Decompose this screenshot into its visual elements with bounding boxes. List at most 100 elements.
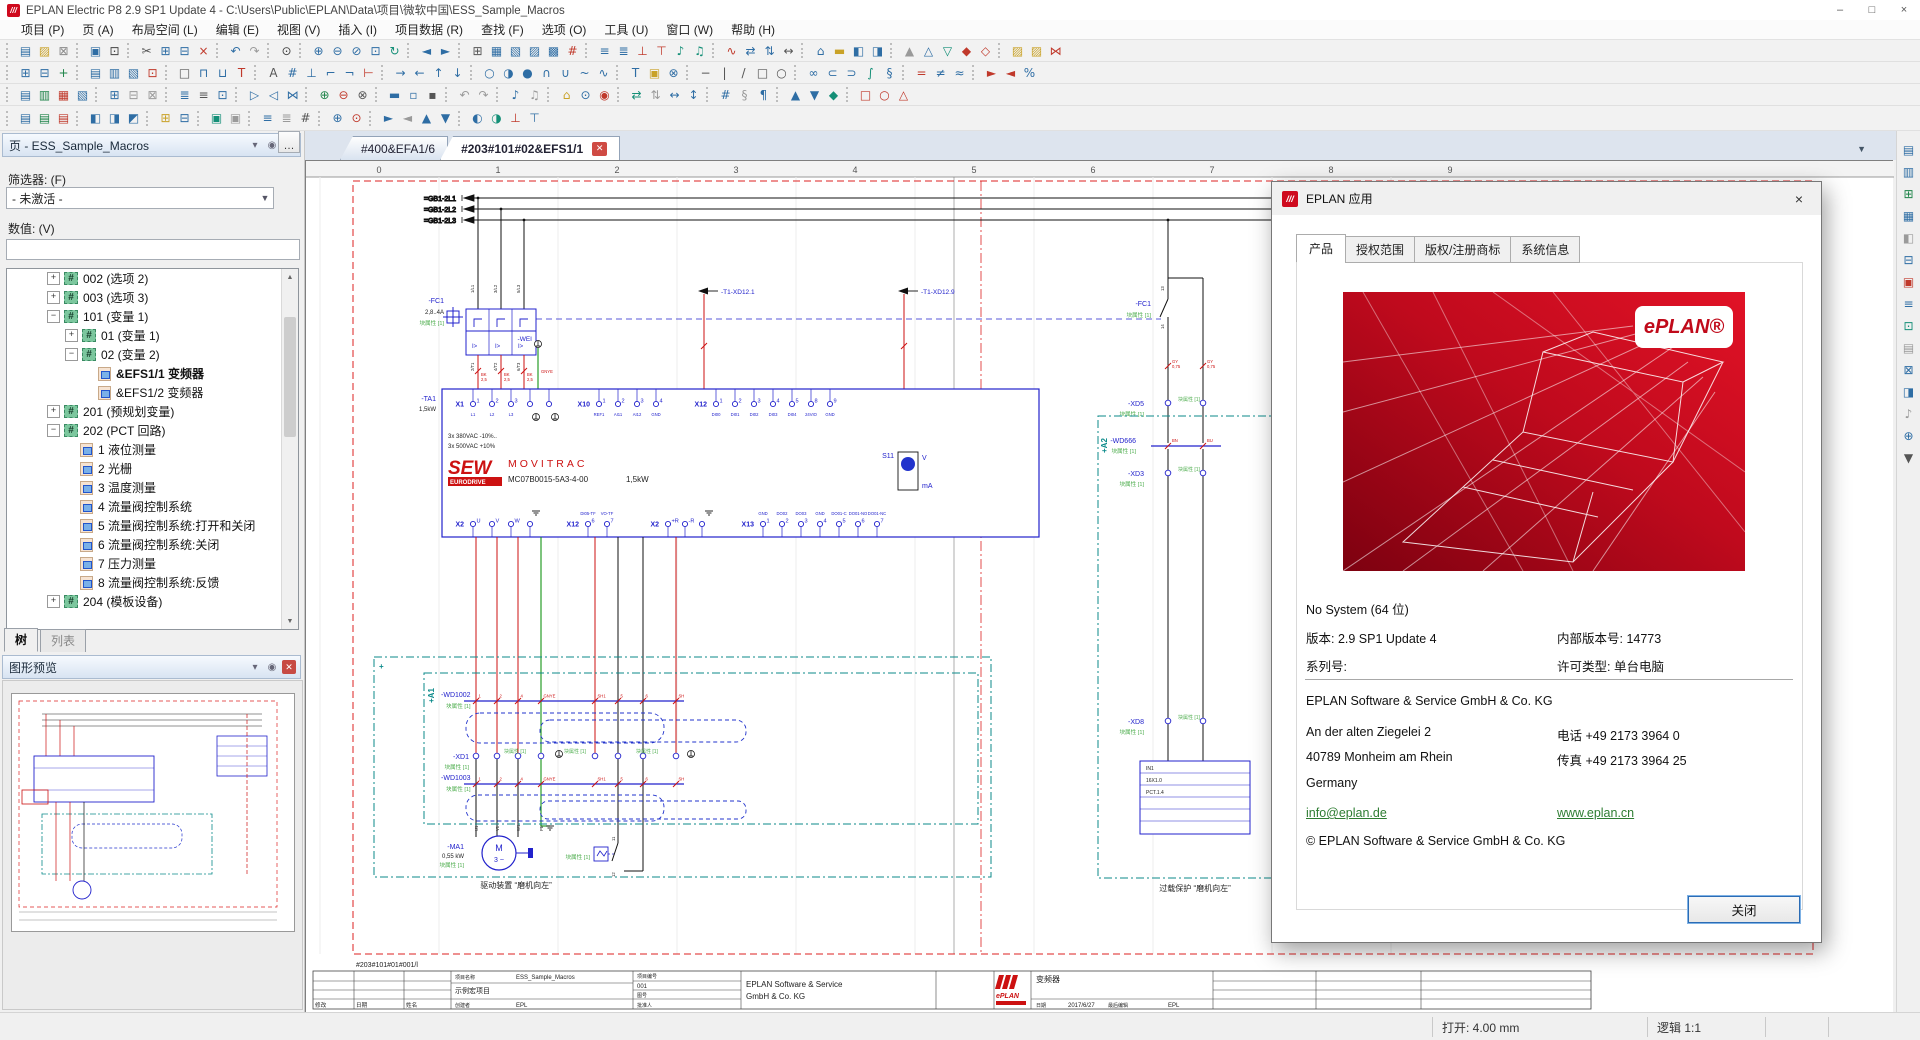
tree-item[interactable]: 1 液位测量 [7,440,298,459]
tree-expander-icon[interactable]: + [47,405,60,418]
cut-icon[interactable]: ✂ [137,41,156,60]
pages-panel-header[interactable]: 页 - ESS_Sample_Macros ▾ ◉ ✕ [2,133,301,157]
toolbar-icon[interactable]: ~ [575,63,594,82]
toolbar-icon[interactable]: ↑ [429,63,448,82]
toolbar-icon[interactable]: ○ [480,63,499,82]
dialog-close-icon[interactable]: × [1787,191,1811,207]
toolbar-icon[interactable]: ▼ [805,85,824,104]
toolbar-icon[interactable]: # [296,109,315,128]
toolbar-icon[interactable]: ↓ [448,63,467,82]
grid-3-icon[interactable]: ▨ [525,41,544,60]
tree-item[interactable]: − #02 (变量 2) [7,345,298,364]
toolbar-icon[interactable]: △ [894,85,913,104]
toolbar-icon[interactable]: ⌂ [811,41,830,60]
dialog-tab-1[interactable]: 授权范围 [1345,236,1416,263]
toolbar-icon[interactable]: ▼ [1899,447,1919,469]
menu-item-9[interactable]: 工具 (U) [595,21,657,38]
toolbar-icon[interactable]: ◨ [105,109,124,128]
tree-item[interactable]: + #201 (预规划变量) [7,402,298,421]
toolbar-icon[interactable]: ○ [772,63,791,82]
toolbar-icon[interactable]: § [735,85,754,104]
toolbar-icon[interactable]: ⌐ [321,63,340,82]
paste-icon[interactable]: ⊟ [175,41,194,60]
toolbar-icon[interactable]: ⊠ [1899,359,1919,381]
chevron-down-icon[interactable]: ▾ [248,138,262,152]
toolbar-icon[interactable]: □ [753,63,772,82]
toolbar-icon[interactable]: ↷ [474,85,493,104]
toolbar-icon[interactable]: ≣ [175,85,194,104]
toolbar-icon[interactable]: ⊟ [124,85,143,104]
tree-item[interactable]: + #01 (变量 1) [7,326,298,345]
email-link[interactable]: info@eplan.de [1306,806,1387,820]
find-icon[interactable]: ⊙ [277,41,296,60]
print-icon[interactable]: ⊡ [105,41,124,60]
tree-expander-icon[interactable]: + [65,329,78,342]
toolbar-icon[interactable]: ► [982,63,1001,82]
menu-item-8[interactable]: 选项 (O) [533,21,596,38]
toolbar-icon[interactable]: ↕ [684,85,703,104]
toolbar-icon[interactable]: ▣ [645,63,664,82]
toolbar-icon[interactable]: ▦ [54,85,73,104]
toolbar-icon[interactable]: ⊙ [347,109,366,128]
toolbar-icon[interactable]: ⊟ [35,63,54,82]
toolbar-icon[interactable]: ⊥ [302,63,321,82]
toolbar-icon[interactable]: ⊙ [576,85,595,104]
toolbar-icon[interactable]: A [264,63,283,82]
toolbar-icon[interactable]: ▥ [105,63,124,82]
snap-icon[interactable]: # [563,41,582,60]
toolbar-icon[interactable]: ◆ [957,41,976,60]
toolbar-icon[interactable]: / [734,63,753,82]
toolbar-icon[interactable]: ◄ [1001,63,1020,82]
toolbar-icon[interactable]: ∿ [722,41,741,60]
text-icon[interactable]: T [232,63,251,82]
tree-scrollbar[interactable]: ▲ ▼ [281,269,298,629]
toolbar-icon[interactable]: = [912,63,931,82]
toolbar-icon[interactable]: ▣ [1899,271,1919,293]
tree-item[interactable]: + #003 (选项 3) [7,288,298,307]
toolbar-icon[interactable]: | [715,63,734,82]
toolbar-icon[interactable]: ⊂ [823,63,842,82]
toolbar-icon[interactable]: ↔ [665,85,684,104]
toolbar-icon[interactable]: ≡ [1899,293,1919,315]
filter-dropdown[interactable]: - 未激活 - ▼ [6,187,274,209]
toolbar-icon[interactable]: ▬ [385,85,404,104]
tree-expander-icon[interactable]: + [47,595,60,608]
toolbar-icon[interactable]: ∿ [594,63,613,82]
toolbar-icon[interactable]: ◩ [124,109,143,128]
toolbar-icon[interactable]: ▤ [1899,337,1919,359]
toolbar-icon[interactable]: ∪ [556,63,575,82]
toolbar-icon[interactable]: ⋈ [283,85,302,104]
toolbar-icon[interactable]: ⊡ [143,63,162,82]
tree-expander-icon[interactable]: + [47,272,60,285]
toolbar-icon[interactable]: ♪ [1899,403,1919,425]
menu-item-4[interactable]: 视图 (V) [268,21,329,38]
toolbar-icon[interactable]: T [626,63,645,82]
copy-icon[interactable]: ⊞ [156,41,175,60]
toolbar-icon[interactable]: ⇄ [627,85,646,104]
toolbar-icon[interactable]: ⊞ [1899,183,1919,205]
toolbar-icon[interactable]: ▤ [54,109,73,128]
toolbar-icon[interactable]: ♫ [525,85,544,104]
toolbar-icon[interactable]: ≡ [194,85,213,104]
toolbar-icon[interactable]: ◁ [264,85,283,104]
tab-list-chevron-icon[interactable]: ▼ [1857,144,1866,154]
toolbar-icon[interactable]: ∞ [804,63,823,82]
pin-icon[interactable]: ◉ [265,660,279,674]
toolbar-icon[interactable]: # [283,63,302,82]
redraw-icon[interactable]: ↻ [385,41,404,60]
toolbar-icon[interactable]: △ [919,41,938,60]
toolbar-icon[interactable]: ▼ [436,109,455,128]
toolbar-icon[interactable]: ◨ [868,41,887,60]
close-project-icon[interactable]: ⊠ [54,41,73,60]
tree-item[interactable]: 3 温度测量 [7,478,298,497]
tree-item[interactable]: 8 流量阀控制系统:反馈 [7,573,298,592]
toolbar-icon[interactable]: ≡ [258,109,277,128]
toolbar-icon[interactable]: ⋈ [1046,41,1065,60]
toolbar-icon[interactable]: ● [518,63,537,82]
toolbar-icon[interactable]: ▨ [1008,41,1027,60]
toolbar-icon[interactable]: ♪ [506,85,525,104]
zoom-window-icon[interactable]: ⊘ [347,41,366,60]
dialog-tab-3[interactable]: 系统信息 [1510,236,1581,263]
toolbar-icon[interactable]: ◇ [976,41,995,60]
toolbar-icon[interactable]: ≡ [595,41,614,60]
